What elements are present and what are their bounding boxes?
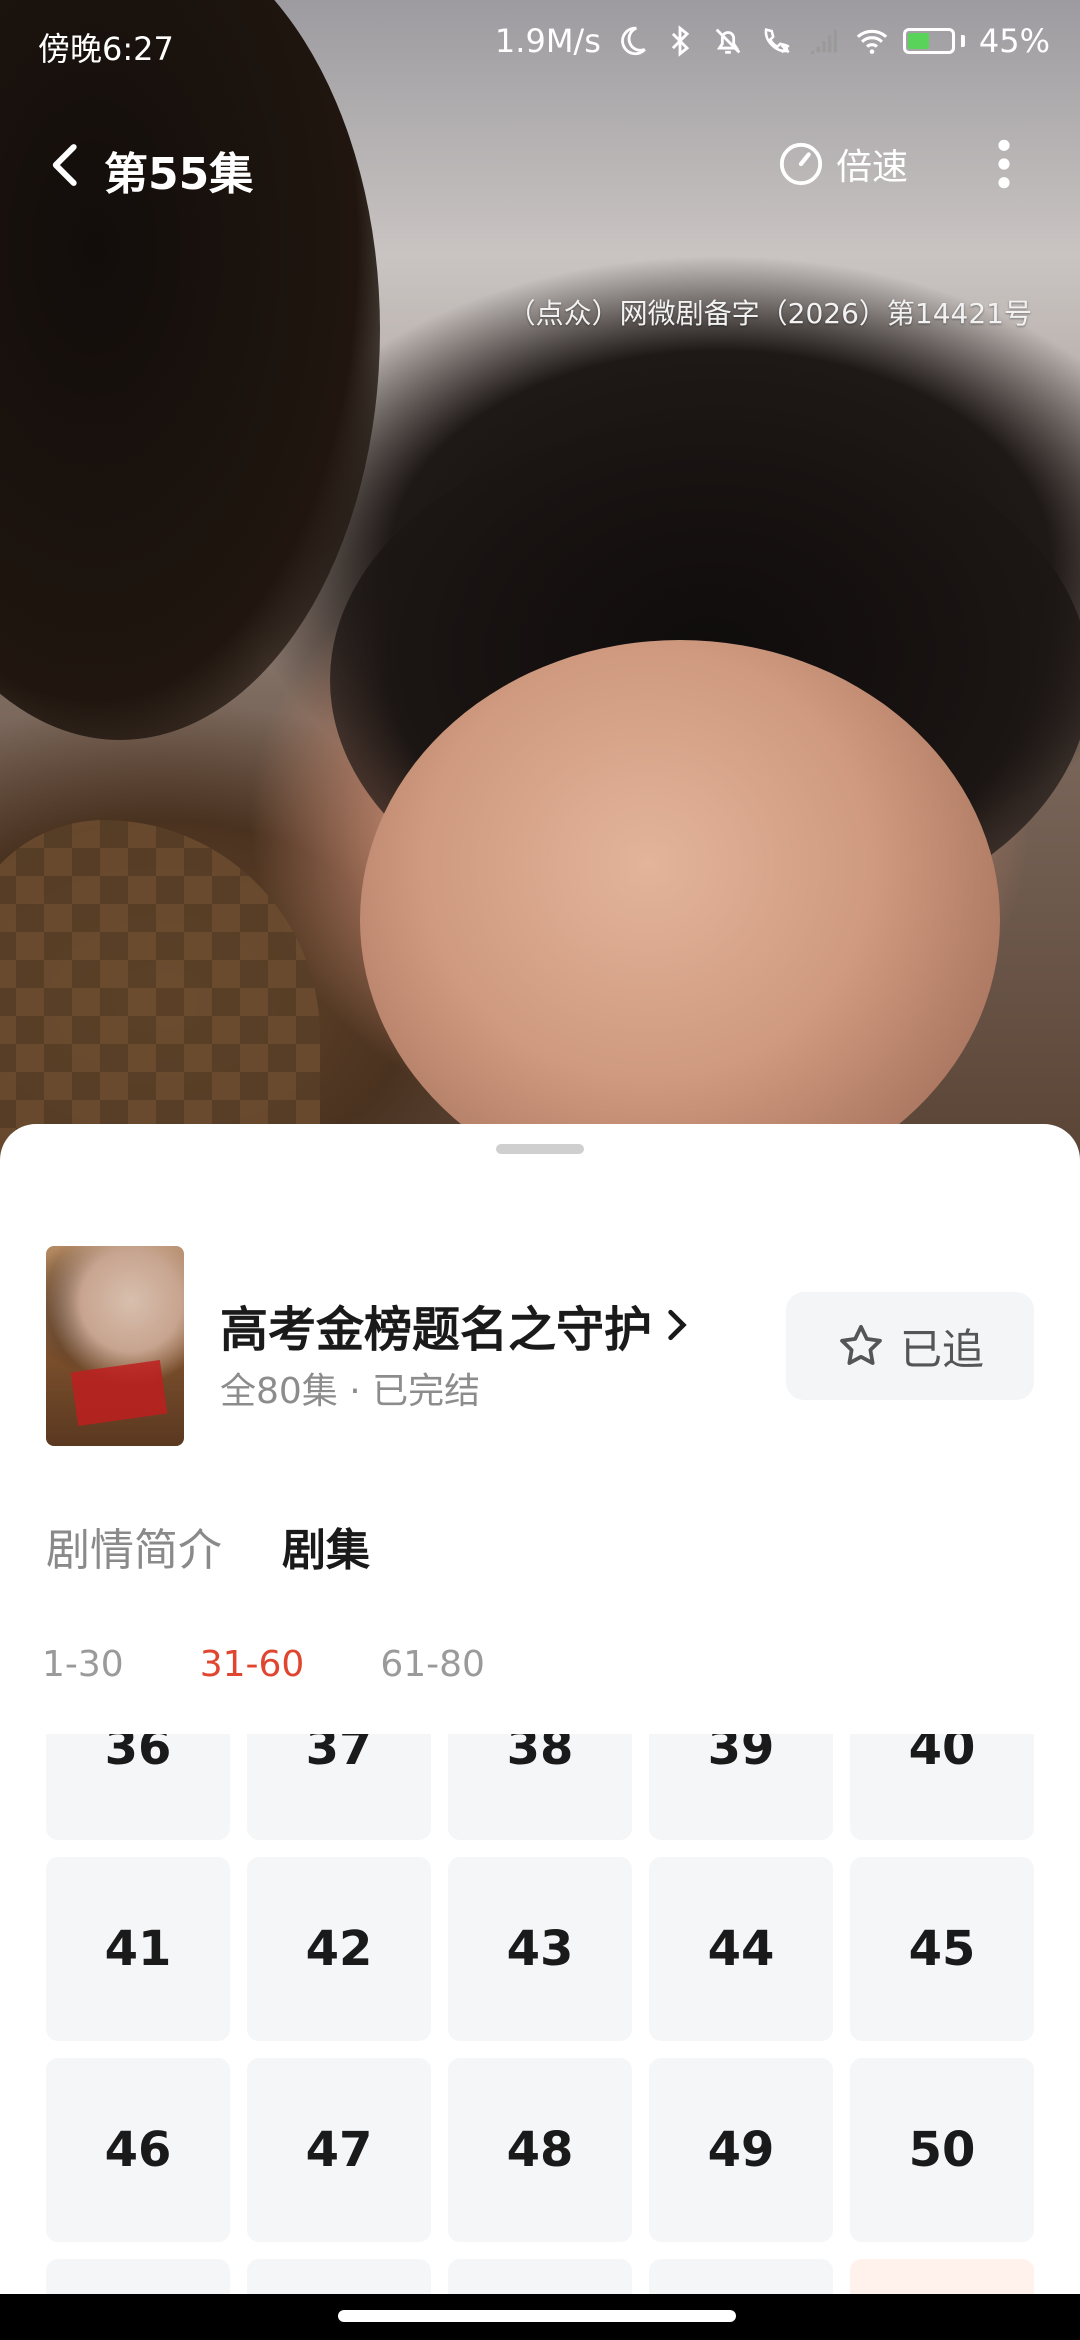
no-call-icon (764, 28, 790, 54)
home-indicator[interactable] (338, 2310, 736, 2322)
episode-range-tabs: 1-30 31-60 61-80 (42, 1644, 485, 1685)
player-top-bar: 第55集 倍速 (0, 120, 1080, 210)
battery-percent: 45% (978, 22, 1050, 60)
tab-synopsis[interactable]: 剧情简介 (46, 1514, 222, 1578)
show-poster[interactable] (46, 1246, 184, 1446)
episode-cell[interactable]: 45 (850, 1857, 1034, 2041)
star-icon (840, 1324, 882, 1365)
episode-cell[interactable]: 46 (46, 2058, 230, 2242)
range-tab[interactable]: 61-80 (380, 1644, 485, 1685)
net-speed: 1.9M/s (494, 22, 601, 60)
chevron-right-icon (668, 1309, 687, 1341)
moon-icon (621, 26, 646, 56)
episode-cell[interactable]: 44 (649, 1857, 833, 2041)
episode-cell[interactable]: 50 (850, 2058, 1034, 2242)
episode-cell[interactable]: 42 (247, 1857, 431, 2041)
follow-button[interactable]: 已追 (786, 1292, 1034, 1400)
wifi-icon (856, 29, 888, 54)
license-text: （点众）网微剧备字（2026）第14421号 (507, 297, 1032, 330)
speed-label: 倍速 (836, 147, 909, 188)
episode-sheet: 高考金榜题名之守护 全80集 · 已完结 已追 剧情简介 剧集 1-30 31-… (0, 1124, 1080, 2340)
episode-grid: 3637383940414243444546474849505152535455 (46, 1734, 1036, 2334)
navigation-bar (0, 2294, 1080, 2340)
more-menu-icon[interactable] (984, 136, 1024, 192)
sheet-drag-handle[interactable] (496, 1144, 584, 1154)
range-tab[interactable]: 1-30 (42, 1644, 124, 1685)
speed-button[interactable]: 倍速 (778, 138, 908, 190)
video-frame-shape (0, 0, 380, 740)
back-arrow-icon[interactable] (40, 138, 94, 192)
range-tab[interactable]: 31-60 (200, 1644, 305, 1685)
episode-cell[interactable]: 40 (850, 1734, 1034, 1840)
status-time: 傍晚6:27 (38, 30, 174, 68)
follow-label: 已追 (899, 1324, 984, 1374)
episode-cell[interactable]: 48 (448, 2058, 632, 2242)
episode-cell[interactable]: 38 (448, 1734, 632, 1840)
poster-artwork (70, 1360, 168, 1426)
mute-bell-icon (715, 28, 741, 54)
video-frame-shape (0, 820, 320, 1160)
episode-cell[interactable]: 39 (649, 1734, 833, 1840)
episode-cell[interactable]: 37 (247, 1734, 431, 1840)
show-title: 高考金榜题名之守护 (220, 1302, 653, 1358)
bluetooth-icon (671, 25, 690, 57)
episode-cell[interactable]: 36 (46, 1734, 230, 1840)
episode-cell[interactable]: 47 (247, 2058, 431, 2242)
battery-icon (902, 28, 965, 54)
signal-icon (811, 29, 837, 55)
tab-episodes[interactable]: 剧集 (282, 1514, 370, 1578)
episode-title: 第55集 (104, 149, 254, 200)
show-title-link[interactable]: 高考金榜题名之守护 (220, 1290, 692, 1360)
episode-cell[interactable]: 41 (46, 1857, 230, 2041)
show-meta: 全80集 · 已完结 (220, 1371, 481, 1412)
episode-cell[interactable]: 49 (649, 2058, 833, 2242)
sheet-tabs: 剧情简介 剧集 (46, 1514, 370, 1578)
speedometer-icon (779, 142, 823, 186)
status-bar: 傍晚6:27 1.9M/s 45% (0, 0, 1080, 92)
episode-cell[interactable]: 43 (448, 1857, 632, 2041)
status-icons: 1.9M/s 45% (495, 22, 1050, 60)
